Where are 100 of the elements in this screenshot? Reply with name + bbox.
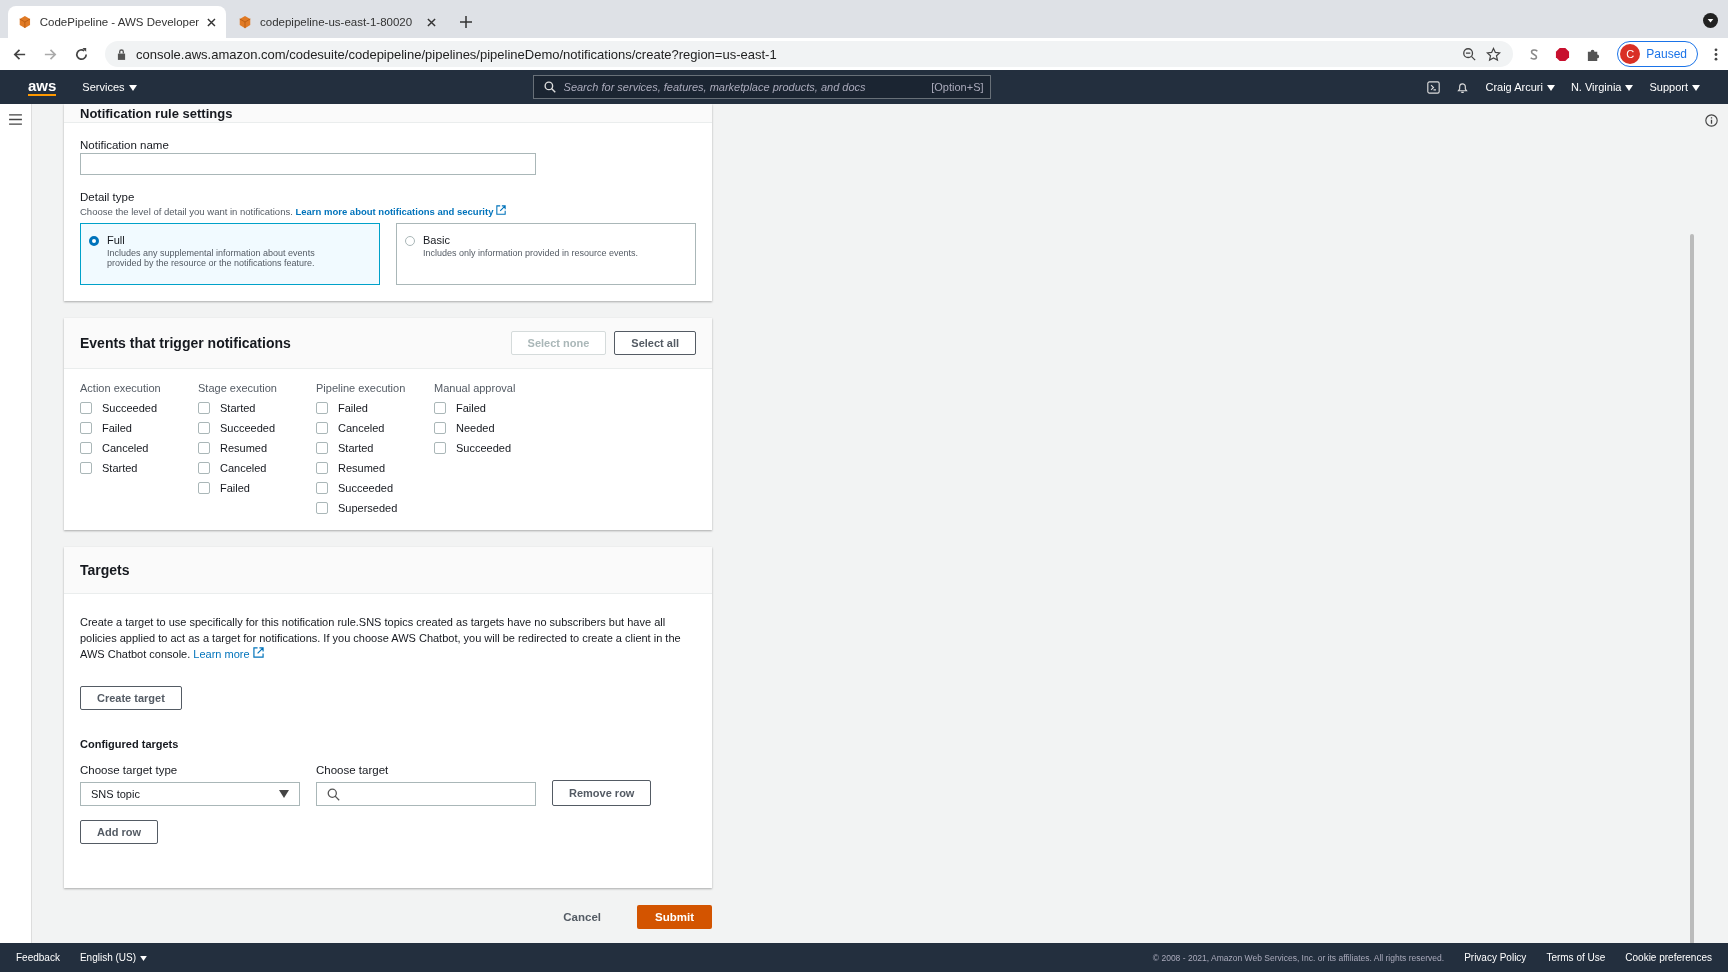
profile-label: Paused [1646, 47, 1687, 61]
support-menu[interactable]: Support [1649, 81, 1700, 93]
search-icon [327, 787, 340, 801]
checkbox[interactable] [316, 502, 328, 514]
browser-tab[interactable]: codepipeline-us-east-1-80020 [228, 6, 446, 38]
checkbox-label: Succeeded [456, 442, 512, 454]
close-icon[interactable] [427, 17, 436, 27]
aws-logo[interactable]: aws [28, 78, 57, 96]
remove-row-button[interactable]: Remove row [552, 780, 652, 806]
checkbox[interactable] [316, 422, 328, 434]
group-title: Action execution [80, 382, 162, 394]
checkbox[interactable] [316, 402, 328, 414]
browser-tab[interactable]: CodePipeline - AWS Developer [8, 6, 226, 38]
checkbox[interactable] [198, 422, 210, 434]
option-description: Includes any supplemental information about events provided by the resource or the notifications feature. [107, 248, 316, 268]
checkbox[interactable] [80, 462, 92, 474]
plus-icon[interactable] [460, 16, 472, 28]
terminal-icon[interactable] [1427, 80, 1441, 94]
checkbox[interactable] [198, 402, 210, 414]
radio-button[interactable] [89, 236, 99, 246]
option-title: Full [107, 234, 126, 246]
target-type-select[interactable]: SNS topic [80, 782, 300, 806]
star-icon[interactable] [1486, 46, 1502, 62]
caret-icon [279, 790, 289, 798]
checkbox[interactable] [80, 402, 92, 414]
learn-more-link[interactable]: Learn more [193, 648, 264, 660]
field-label: Detail type [80, 191, 136, 203]
notification-name-field[interactable] [80, 153, 536, 175]
s-extension-icon[interactable] [1529, 47, 1540, 61]
user-menu[interactable]: Craig Arcuri [1485, 81, 1555, 93]
checkbox-label: Canceled [338, 422, 385, 434]
footer-link[interactable]: Cookie preferences [1625, 952, 1712, 963]
copyright-text: © 2008 - 2021, Amazon Web Services, Inc. or its affiliates. All rights reserved. [1152, 952, 1445, 963]
footer-link[interactable]: Terms of Use [1546, 952, 1606, 963]
select-button[interactable]: Select all [614, 331, 696, 355]
checkbox-label: Failed [456, 402, 486, 414]
checkbox[interactable] [198, 442, 210, 454]
section-title: Notification rule settings [80, 106, 233, 122]
checkbox-label: Started [102, 462, 138, 474]
caret-icon [1625, 85, 1634, 92]
checkbox-label: Started [220, 402, 256, 414]
targets-description: Create a target to use specifically for this notification rule.SNS topics created as targets have no subscribers but have all policies applied to act as a target for notifications. If you choose AWS Chatbot, you will be redirected to create a client in the AWS Chatbot console. Learn more [80, 615, 682, 662]
checkbox[interactable] [434, 422, 446, 434]
footer-link[interactable]: Privacy Policy [1464, 952, 1527, 963]
feedback-link[interactable]: Feedback [16, 952, 60, 963]
search-icon [543, 81, 556, 93]
checkbox-label: Started [338, 442, 374, 454]
checkbox[interactable] [316, 462, 328, 474]
cancel-button[interactable]: Cancel [557, 910, 607, 924]
menu-icon[interactable] [9, 114, 22, 125]
target-search-field[interactable] [316, 782, 536, 806]
radio-tile[interactable]: Full Includes any supplemental information about events provided by the resource or the notifications feature. [80, 223, 380, 285]
dropdown-icon[interactable] [1703, 13, 1718, 28]
checkbox[interactable] [80, 442, 92, 454]
more-icon[interactable] [1714, 46, 1718, 62]
language-menu[interactable]: English (US) [79, 952, 148, 963]
checkbox-label: Succeeded [102, 402, 158, 414]
create-target-button[interactable]: Create target [80, 686, 182, 710]
search-input[interactable]: Search for services, features, marketplace products, and docs [561, 80, 926, 94]
checkbox-label: Needed [456, 422, 495, 434]
checkbox[interactable] [198, 462, 210, 474]
zoom-out-icon[interactable] [1462, 47, 1477, 61]
services-menu[interactable]: Services [82, 81, 137, 93]
section-title: Targets [80, 562, 130, 578]
lock-icon [117, 48, 126, 60]
checkbox[interactable] [80, 422, 92, 434]
search-field[interactable]: Search for services, features, marketplace products, and docs [Option+S] [532, 75, 991, 99]
radio-tile[interactable]: Basic Includes only information provided in resource events. [396, 223, 696, 285]
shortcut-hint: [Option+S] [931, 81, 984, 93]
checkbox[interactable] [434, 442, 446, 454]
section-title: Events that trigger notifications [80, 335, 291, 351]
checkbox[interactable] [198, 482, 210, 494]
checkbox[interactable] [316, 482, 328, 494]
learn-more-link[interactable]: Learn more about notifications and security [295, 206, 507, 217]
cube-icon [238, 15, 252, 29]
checkbox-label: Canceled [220, 462, 267, 474]
checkbox-label: Succeeded [338, 482, 394, 494]
octagon-extension-icon[interactable] [1555, 46, 1571, 62]
field-description: Choose the level of detail you want in notifications. Learn more about notifications and security [80, 205, 696, 217]
caret-icon [140, 955, 148, 961]
checkbox-label: Failed [338, 402, 368, 414]
checkbox-label: Resumed [220, 442, 268, 454]
submit-button[interactable]: Submit [637, 905, 712, 929]
group-title: Manual approval [434, 382, 517, 394]
address-bar[interactable]: console.aws.amazon.com/codesuite/codepipeline/pipelines/pipelineDemo/notifications/create?region=us-east-1 [105, 41, 1514, 67]
checkbox-label: Failed [220, 482, 250, 494]
checkbox[interactable] [316, 442, 328, 454]
external-link-icon [496, 205, 507, 215]
url-text: console.aws.amazon.com/codesuite/codepipeline/pipelines/pipelineDemo/notifications/create?region=us-east-1 [136, 46, 777, 62]
region-menu[interactable]: N. Virginia [1570, 81, 1634, 93]
add-row-button[interactable]: Add row [80, 820, 158, 844]
caret-icon [1692, 85, 1700, 92]
field-label: Choose target type [80, 764, 179, 776]
close-icon[interactable] [207, 17, 216, 27]
checkbox[interactable] [434, 402, 446, 414]
scrollbar-thumb[interactable] [1690, 234, 1694, 943]
bell-icon[interactable] [1456, 80, 1470, 94]
radio-button[interactable] [405, 236, 415, 246]
reload-icon[interactable] [74, 46, 89, 62]
info-icon[interactable] [1705, 114, 1718, 127]
